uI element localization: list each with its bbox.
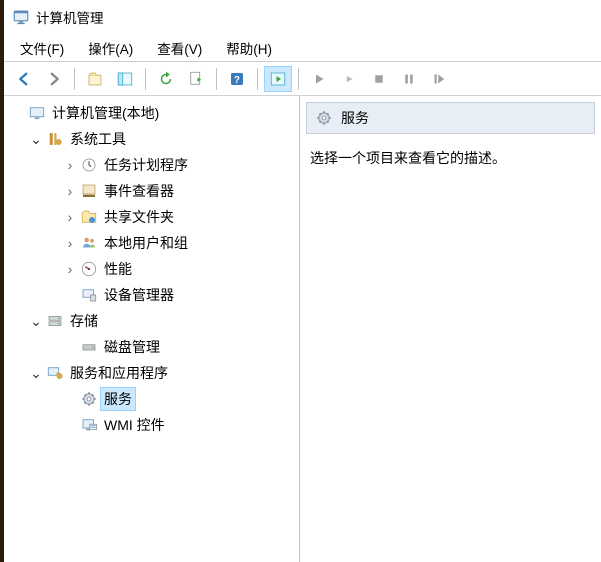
pause-service-button[interactable] xyxy=(395,66,423,92)
tree-device-manager[interactable]: 设备管理器 xyxy=(6,282,297,308)
menu-action[interactable]: 操作(A) xyxy=(78,35,143,61)
spacer xyxy=(62,417,78,433)
toolbar-separator xyxy=(216,68,217,90)
detail-pane: 服务 选择一个项目来查看它的描述。 xyxy=(300,96,601,562)
up-level-button[interactable] xyxy=(81,66,109,92)
start-service-small-button[interactable] xyxy=(335,66,363,92)
tree-event-viewer[interactable]: 事件查看器 xyxy=(6,178,297,204)
toolbar-separator xyxy=(257,68,258,90)
tree-pane[interactable]: 计算机管理(本地) 系统工具 任务计划程序 事件查看器 共享文件夹 本地用户和组 xyxy=(4,96,300,562)
shared-folder-icon xyxy=(80,208,98,226)
storage-icon xyxy=(46,312,64,330)
menu-view[interactable]: 查看(V) xyxy=(147,35,212,61)
tree-root[interactable]: 计算机管理(本地) xyxy=(6,100,297,126)
toolbar: ? xyxy=(4,62,601,96)
tree-storage[interactable]: 存储 xyxy=(6,308,297,334)
forward-button[interactable] xyxy=(40,66,68,92)
titlebar: 计算机管理 xyxy=(4,0,601,34)
tree-label: 服务和应用程序 xyxy=(66,361,172,385)
tree-label: 设备管理器 xyxy=(100,283,178,307)
tree-disk-management[interactable]: 磁盘管理 xyxy=(6,334,297,360)
show-hide-tree-button[interactable] xyxy=(111,66,139,92)
tree-label: 任务计划程序 xyxy=(100,153,192,177)
export-list-button[interactable] xyxy=(182,66,210,92)
expander-icon[interactable] xyxy=(28,365,44,381)
gear-icon xyxy=(315,109,333,127)
stop-service-button[interactable] xyxy=(365,66,393,92)
toolbar-separator xyxy=(145,68,146,90)
tree-services-apps[interactable]: 服务和应用程序 xyxy=(6,360,297,386)
tree-system-tools[interactable]: 系统工具 xyxy=(6,126,297,152)
detail-title: 服务 xyxy=(341,108,369,128)
tree-local-users[interactable]: 本地用户和组 xyxy=(6,230,297,256)
computer-management-icon xyxy=(28,104,46,122)
spacer xyxy=(62,339,78,355)
start-service-button[interactable] xyxy=(305,66,333,92)
gear-icon xyxy=(80,390,98,408)
event-viewer-icon xyxy=(80,182,98,200)
wmi-icon xyxy=(80,416,98,434)
tree-label: 共享文件夹 xyxy=(100,205,178,229)
properties-button[interactable] xyxy=(264,66,292,92)
expander-icon[interactable] xyxy=(62,157,78,173)
toolbar-separator xyxy=(74,68,75,90)
content-area: 计算机管理(本地) 系统工具 任务计划程序 事件查看器 共享文件夹 本地用户和组 xyxy=(4,96,601,562)
help-button[interactable]: ? xyxy=(223,66,251,92)
tree-label: 计算机管理(本地) xyxy=(48,101,163,125)
tree-label: 本地用户和组 xyxy=(100,231,192,255)
expander-icon[interactable] xyxy=(62,183,78,199)
tree-task-scheduler[interactable]: 任务计划程序 xyxy=(6,152,297,178)
expander-icon[interactable] xyxy=(28,313,44,329)
toolbar-separator xyxy=(298,68,299,90)
tree-label: 磁盘管理 xyxy=(100,335,164,359)
back-button[interactable] xyxy=(10,66,38,92)
window-title: 计算机管理 xyxy=(36,7,104,27)
spacer xyxy=(62,391,78,407)
expander-icon[interactable] xyxy=(62,261,78,277)
menu-help[interactable]: 帮助(H) xyxy=(216,35,282,61)
tree-label: 事件查看器 xyxy=(100,179,178,203)
restart-service-button[interactable] xyxy=(425,66,453,92)
tree-services[interactable]: 服务 xyxy=(6,386,297,412)
services-apps-icon xyxy=(46,364,64,382)
disk-icon xyxy=(80,338,98,356)
expander-icon[interactable] xyxy=(62,235,78,251)
detail-header: 服务 xyxy=(306,102,595,134)
system-tools-icon xyxy=(46,130,64,148)
clock-icon xyxy=(80,156,98,174)
users-icon xyxy=(80,234,98,252)
tree-label: 性能 xyxy=(100,257,136,281)
tree-label: WMI 控件 xyxy=(100,413,169,437)
refresh-button[interactable] xyxy=(152,66,180,92)
performance-icon xyxy=(80,260,98,278)
spacer xyxy=(10,105,26,121)
tree-label: 服务 xyxy=(100,387,136,411)
tree-label: 系统工具 xyxy=(66,127,130,151)
expander-icon[interactable] xyxy=(62,209,78,225)
tree-wmi[interactable]: WMI 控件 xyxy=(6,412,297,438)
tree-label: 存储 xyxy=(66,309,102,333)
svg-text:?: ? xyxy=(234,74,240,85)
expander-icon[interactable] xyxy=(28,131,44,147)
spacer xyxy=(62,287,78,303)
tree-shared-folders[interactable]: 共享文件夹 xyxy=(6,204,297,230)
tree-performance[interactable]: 性能 xyxy=(6,256,297,282)
app-icon xyxy=(12,8,30,26)
menubar: 文件(F) 操作(A) 查看(V) 帮助(H) xyxy=(4,34,601,62)
device-manager-icon xyxy=(80,286,98,304)
menu-file[interactable]: 文件(F) xyxy=(10,35,74,61)
detail-description: 选择一个项目来查看它的描述。 xyxy=(306,134,595,182)
